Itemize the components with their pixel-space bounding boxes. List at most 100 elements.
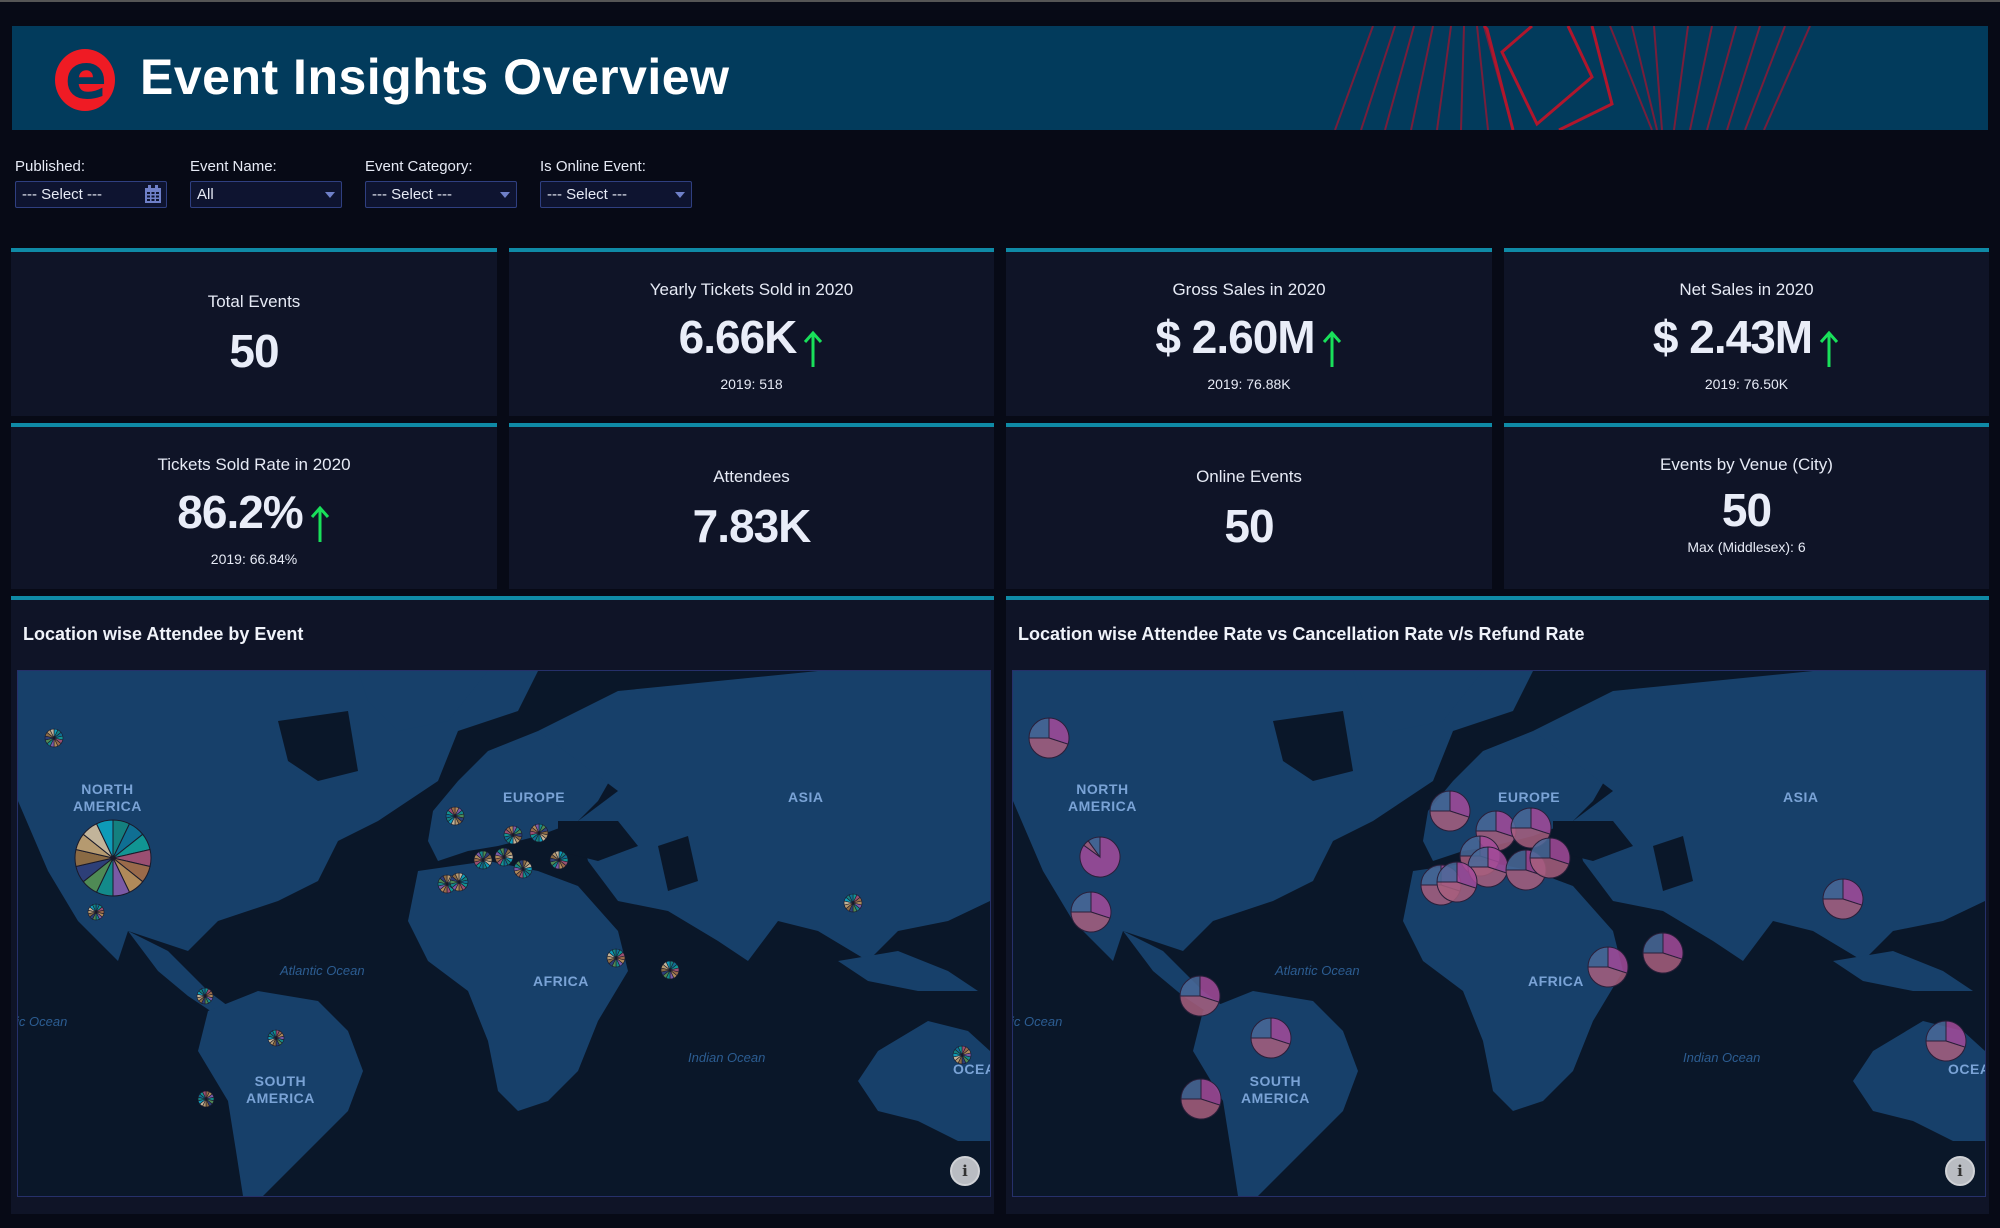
region-label: OCEANIA	[1948, 1061, 1985, 1077]
location-pie-marker[interactable]	[1028, 717, 1070, 759]
land-mass	[858, 1021, 990, 1141]
trend-up-arrow-icon	[804, 330, 823, 367]
kpi-online-events[interactable]: Online Events 50	[1006, 423, 1492, 589]
world-map-attendee-by-event[interactable]: NORTH AMERICA EUROPE ASIA AFRICA SOUTH AMERICA…	[17, 670, 991, 1197]
kpi-value: 86.2%	[177, 486, 303, 538]
location-pie-marker[interactable]	[843, 893, 863, 913]
location-pie-marker[interactable]	[1429, 790, 1471, 832]
map-canvas[interactable]	[18, 671, 990, 1196]
region-label: ASIA	[788, 789, 824, 805]
kpi-tickets-sold-rate[interactable]: Tickets Sold Rate in 2020 86.2% 2019: 66…	[11, 423, 497, 589]
filter-event-name-label: Event Name:	[190, 158, 277, 175]
kpi-title: Attendees	[713, 467, 790, 486]
is-online-dropdown[interactable]: --- Select ---	[540, 181, 692, 208]
ocean-label: Atlantic Ocean	[1275, 963, 1360, 978]
location-pie-marker[interactable]	[473, 850, 493, 870]
kpi-value: 50	[1224, 500, 1274, 552]
location-pie-marker[interactable]	[1925, 1020, 1967, 1062]
pie-slice[interactable]	[1642, 932, 1664, 954]
location-pie-marker[interactable]	[1642, 932, 1684, 974]
kpi-total-events[interactable]: Total Events 50	[11, 248, 497, 416]
location-pie-marker[interactable]	[1436, 861, 1478, 903]
location-pie-marker[interactable]	[1070, 891, 1112, 933]
land-mass	[838, 951, 978, 991]
location-pie-marker[interactable]	[196, 987, 214, 1005]
kpi-gross-sales[interactable]: Gross Sales in 2020 $ 2.60M 2019: 76.88K	[1006, 248, 1492, 416]
pie-slice[interactable]	[1180, 1078, 1202, 1100]
location-pie-marker[interactable]	[445, 806, 465, 826]
kpi-title: Tickets Sold Rate in 2020	[157, 455, 351, 474]
location-pie-marker[interactable]	[1250, 1017, 1292, 1059]
location-pie-marker[interactable]	[1079, 836, 1121, 878]
trend-up-arrow-icon	[310, 505, 329, 542]
kpi-value: 6.66K	[678, 311, 798, 363]
location-pie-marker[interactable]	[44, 728, 64, 748]
trend-up-arrow-icon	[1322, 330, 1341, 367]
kpi-comparison: 2019: 76.50K	[1704, 375, 1789, 392]
land-mass	[408, 861, 628, 1111]
ocean-label: ic Ocean	[17, 1014, 68, 1029]
location-pie-marker[interactable]	[1822, 878, 1864, 920]
location-pie-marker[interactable]	[1180, 1078, 1222, 1120]
location-pie-marker[interactable]	[503, 825, 523, 845]
region-label: NORTH AMERICA	[1068, 781, 1137, 814]
kpi-title: Online Events	[1196, 467, 1302, 486]
pie-slice[interactable]	[1429, 790, 1451, 812]
kpi-title: Net Sales in 2020	[1679, 280, 1814, 299]
published-date-picker[interactable]: --- Select ---	[15, 181, 167, 208]
pie-slice[interactable]	[1505, 849, 1527, 871]
ocean-label: ic Ocean	[1012, 1014, 1063, 1029]
location-pie-marker[interactable]	[87, 903, 105, 921]
location-pie-marker[interactable]	[606, 948, 626, 968]
event-category-value: --- Select ---	[372, 186, 452, 203]
filter-event-name: Event Name: All	[190, 158, 342, 208]
info-icon[interactable]: i	[950, 1156, 980, 1186]
panel-attendee-by-event: Location wise Attendee by Event NORTH AME…	[11, 596, 994, 1214]
location-pie-marker[interactable]	[197, 1090, 215, 1108]
location-pie-marker[interactable]	[74, 819, 152, 897]
location-pie-marker[interactable]	[1179, 975, 1221, 1017]
kpi-comparison: 2019: 76.88K	[1207, 375, 1291, 392]
event-name-value: All	[197, 186, 214, 203]
kpi-value: 50	[229, 325, 279, 377]
location-pie-marker[interactable]	[449, 872, 469, 892]
kpi-comparison: Max (Middlesex): 6	[1687, 539, 1806, 555]
page-title: Event Insights Overview	[140, 49, 730, 105]
kpi-value: $ 2.60M	[1155, 311, 1315, 363]
location-pie-marker[interactable]	[529, 823, 549, 843]
location-pie-marker[interactable]	[267, 1029, 285, 1047]
location-pie-marker[interactable]	[1587, 946, 1629, 988]
filter-is-online-label: Is Online Event:	[540, 158, 646, 175]
map-canvas[interactable]	[1013, 671, 1985, 1196]
filter-published-label: Published:	[15, 158, 86, 175]
location-pie-marker[interactable]	[549, 850, 569, 870]
location-pie-marker[interactable]	[513, 859, 533, 879]
region-label: SOUTH AMERICA	[246, 1073, 315, 1106]
region-label: OCEANIA	[953, 1061, 990, 1077]
region-label: EUROPE	[1498, 789, 1561, 805]
kpi-yearly-tickets[interactable]: Yearly Tickets Sold in 2020 6.66K 2019: …	[509, 248, 994, 416]
info-icon[interactable]: i	[1945, 1156, 1975, 1186]
panel-title: Location wise Attendee by Event	[23, 624, 304, 644]
chevron-down-icon	[675, 192, 685, 198]
header-decoration	[1334, 26, 1811, 130]
region-label: AFRICA	[1528, 973, 1584, 989]
calendar-icon[interactable]	[144, 185, 162, 204]
event-category-dropdown[interactable]: --- Select ---	[365, 181, 517, 208]
kpi-comparison: 2019: 66.84%	[210, 550, 298, 567]
event-name-dropdown[interactable]: All	[190, 181, 342, 208]
kpi-title: Events by Venue (City)	[1660, 455, 1833, 474]
location-pie-marker[interactable]	[494, 847, 514, 867]
kpi-events-by-venue[interactable]: Events by Venue (City) 50 Max (Middlesex…	[1504, 423, 1989, 589]
filter-is-online: Is Online Event: --- Select ---	[540, 158, 692, 208]
kpi-net-sales[interactable]: Net Sales in 2020 $ 2.43M 2019: 76.50K	[1504, 248, 1989, 416]
world-map-rates[interactable]: NORTH AMERICA EUROPE ASIA AFRICA SOUTH AMERICA…	[1012, 670, 1986, 1197]
region-label: SOUTH AMERICA	[1241, 1073, 1310, 1106]
location-pie-marker[interactable]	[1529, 837, 1571, 879]
region-label: EUROPE	[503, 789, 566, 805]
chevron-down-icon	[500, 192, 510, 198]
location-pie-marker[interactable]	[660, 960, 680, 980]
kpi-attendees[interactable]: Attendees 7.83K	[509, 423, 994, 589]
kpi-value: 7.83K	[692, 500, 812, 552]
panel-title: Location wise Attendee Rate vs Cancellat…	[1018, 624, 1585, 644]
